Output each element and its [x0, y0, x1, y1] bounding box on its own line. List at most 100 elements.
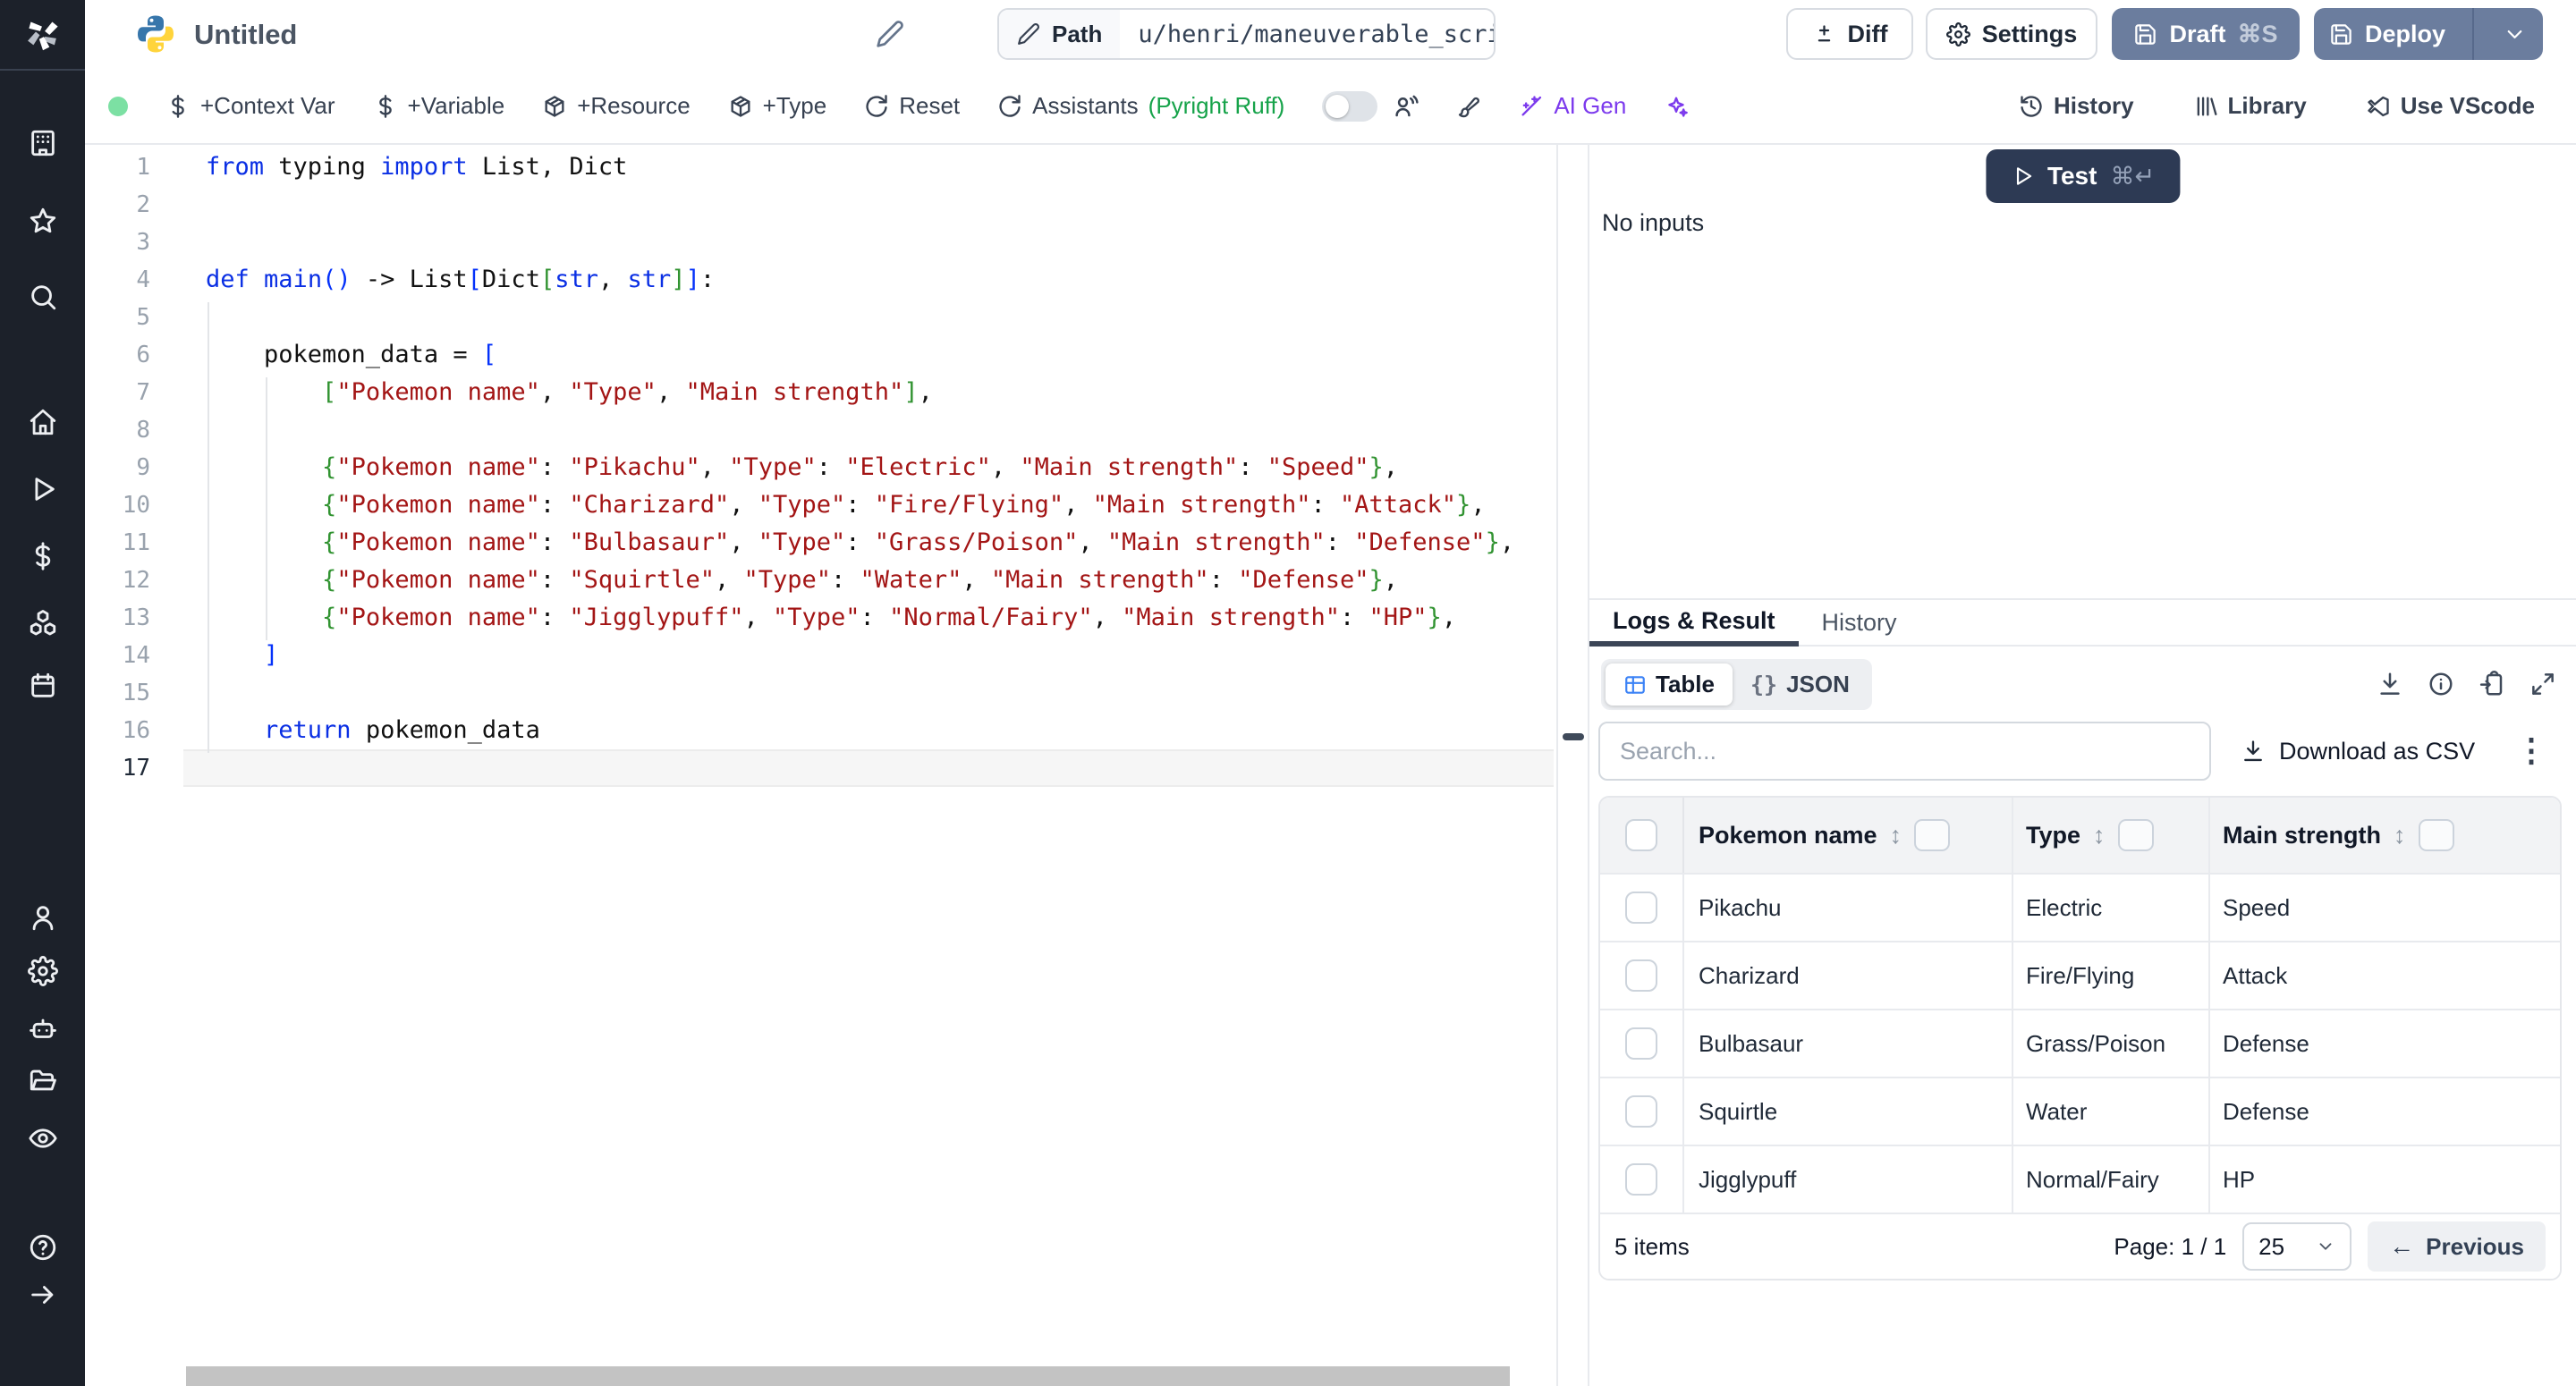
column-filter-toggle[interactable] — [1914, 819, 1950, 851]
chevron-down-icon — [2503, 22, 2527, 46]
code-line[interactable]: from typing import List, Dict — [183, 148, 1556, 186]
diff-button[interactable]: Diff — [1786, 8, 1913, 60]
download-icon[interactable] — [2377, 671, 2403, 697]
settings-button[interactable]: Settings — [1926, 8, 2097, 60]
row-checkbox[interactable] — [1625, 959, 1657, 992]
sidebar-item-search-icon[interactable] — [28, 282, 58, 312]
rotate-cw-icon — [997, 94, 1022, 119]
row-checkbox[interactable] — [1625, 892, 1657, 924]
splitter-handle-icon[interactable] — [1563, 733, 1584, 740]
path-field[interactable]: Path u/henri/maneuverable_script — [997, 8, 1496, 60]
code-line[interactable]: {"Pokemon name": "Squirtle", "Type": "Wa… — [183, 562, 1556, 599]
sidebar-item-workspace-icon[interactable] — [28, 128, 58, 158]
sidebar-item-collapse-icon[interactable] — [28, 1280, 58, 1310]
expand-icon[interactable] — [2529, 671, 2556, 697]
result-search-input[interactable] — [1598, 722, 2211, 781]
save-icon — [2133, 22, 2157, 46]
draft-button[interactable]: Draft ⌘S — [2112, 8, 2300, 60]
path-value[interactable]: u/henri/maneuverable_script — [1120, 21, 1496, 48]
format-brush-button[interactable] — [1456, 94, 1481, 119]
select-all-checkbox[interactable] — [1625, 819, 1657, 851]
add-variable-button[interactable]: +Variable — [373, 92, 505, 120]
sparkles-icon — [1664, 94, 1689, 119]
sidebar-item-audit-logs-icon[interactable] — [28, 1123, 58, 1154]
windmill-logo-icon[interactable] — [21, 12, 65, 56]
code-line[interactable]: {"Pokemon name": "Charizard", "Type": "F… — [183, 486, 1556, 524]
code-line[interactable]: {"Pokemon name": "Jigglypuff", "Type": "… — [183, 599, 1556, 637]
ai-sparkles-button[interactable] — [1664, 94, 1689, 119]
table-header: Pokemon name ↕ Type ↕ Main strength ↕ — [1600, 798, 2560, 873]
use-vscode-button[interactable]: Use VScode — [2366, 92, 2535, 120]
sidebar-item-variables-icon[interactable] — [28, 541, 58, 571]
deploy-main[interactable]: Deploy — [2314, 8, 2461, 60]
library-button[interactable]: Library — [2193, 92, 2307, 120]
line-number: 11 — [85, 524, 150, 562]
history-button[interactable]: History — [2019, 92, 2134, 120]
deploy-button[interactable]: Deploy — [2314, 8, 2543, 60]
sort-icon[interactable]: ↕ — [2093, 822, 2106, 849]
edit-summary-pencil-icon[interactable] — [876, 20, 904, 48]
clipboard-copy-icon[interactable] — [2479, 671, 2505, 697]
add-type-button[interactable]: +Type — [728, 92, 827, 120]
tab-logs-result[interactable]: Logs & Result — [1589, 600, 1799, 647]
column-filter-toggle[interactable] — [2419, 819, 2454, 851]
code-line[interactable]: {"Pokemon name": "Pikachu", "Type": "Ele… — [183, 449, 1556, 486]
column-filter-toggle[interactable] — [2118, 819, 2154, 851]
assistants-button[interactable]: Assistants (Pyright Ruff) — [997, 92, 1284, 120]
page-size-select[interactable]: 25 — [2242, 1222, 2351, 1271]
panel-splitter[interactable] — [1556, 145, 1589, 1386]
previous-page-button[interactable]: ← Previous — [2368, 1221, 2546, 1272]
code-line[interactable] — [183, 299, 1556, 336]
info-icon[interactable] — [2428, 671, 2454, 697]
code-line[interactable] — [183, 411, 1556, 449]
editor-horizontal-scrollbar[interactable] — [186, 1366, 1510, 1386]
sort-icon[interactable]: ↕ — [2394, 822, 2406, 849]
row-checkbox[interactable] — [1625, 1095, 1657, 1128]
sidebar-item-folders-icon[interactable] — [28, 1065, 58, 1095]
sort-icon[interactable]: ↕ — [1890, 822, 1902, 849]
sidebar-item-settings-icon[interactable] — [28, 956, 58, 986]
code-line[interactable]: def main() -> List[Dict[str, str]]: — [183, 261, 1556, 299]
no-inputs-label: No inputs — [1602, 209, 1704, 237]
test-shortcut: ⌘↵ — [2110, 163, 2155, 190]
code-line[interactable]: ] — [183, 637, 1556, 674]
sidebar-item-runs-icon[interactable] — [28, 474, 58, 504]
copilot-toggle[interactable] — [1322, 91, 1377, 122]
sidebar-item-favorites-icon[interactable] — [28, 206, 58, 236]
line-number: 17 — [85, 749, 150, 787]
table-menu-button[interactable]: ⋮ — [2512, 724, 2550, 776]
view-table-segment[interactable]: Table — [1606, 663, 1733, 706]
sidebar-item-home-icon[interactable] — [28, 407, 58, 437]
sidebar-item-workers-icon[interactable] — [28, 1014, 58, 1044]
view-json-segment[interactable]: {} JSON — [1733, 663, 1868, 706]
result-view-toggle: Table {} JSON — [1601, 659, 1872, 710]
code-line[interactable]: {"Pokemon name": "Bulbasaur", "Type": "G… — [183, 524, 1556, 562]
table-cell: Defense — [2210, 1010, 2560, 1077]
add-resource-button[interactable]: +Resource — [542, 92, 690, 120]
code-line[interactable]: pokemon_data = [ — [183, 336, 1556, 374]
table-row: BulbasaurGrass/PoisonDefense — [1600, 1009, 2560, 1077]
tab-history[interactable]: History — [1799, 600, 1920, 645]
sidebar-item-schedules-icon[interactable] — [28, 671, 58, 701]
code-line[interactable] — [183, 674, 1556, 712]
code-line[interactable] — [183, 224, 1556, 261]
sidebar-item-resources-icon[interactable] — [28, 608, 58, 638]
add-context-var-button[interactable]: +Context Var — [165, 92, 335, 120]
code-line[interactable] — [183, 749, 1556, 787]
table-cell: Normal/Fairy — [2013, 1146, 2210, 1213]
code-line[interactable]: ["Pokemon name", "Type", "Main strength"… — [183, 374, 1556, 411]
download-csv-button[interactable]: Download as CSV — [2241, 728, 2475, 774]
row-checkbox[interactable] — [1625, 1027, 1657, 1060]
code-line[interactable] — [183, 186, 1556, 224]
ai-gen-button[interactable]: AI Gen — [1519, 92, 1626, 120]
test-button[interactable]: Test ⌘↵ — [1986, 149, 2180, 203]
sidebar-item-help-icon[interactable] — [28, 1232, 58, 1263]
sidebar-item-user-icon[interactable] — [28, 902, 58, 933]
reset-button[interactable]: Reset — [864, 92, 960, 120]
deploy-dropdown[interactable] — [2486, 8, 2543, 60]
row-checkbox[interactable] — [1625, 1163, 1657, 1196]
code-editor[interactable]: 1234567891011121314151617 from typing im… — [85, 145, 1556, 1386]
code-line[interactable]: return pokemon_data — [183, 712, 1556, 749]
table-cell: HP — [2210, 1146, 2560, 1213]
table-row: CharizardFire/FlyingAttack — [1600, 941, 2560, 1009]
